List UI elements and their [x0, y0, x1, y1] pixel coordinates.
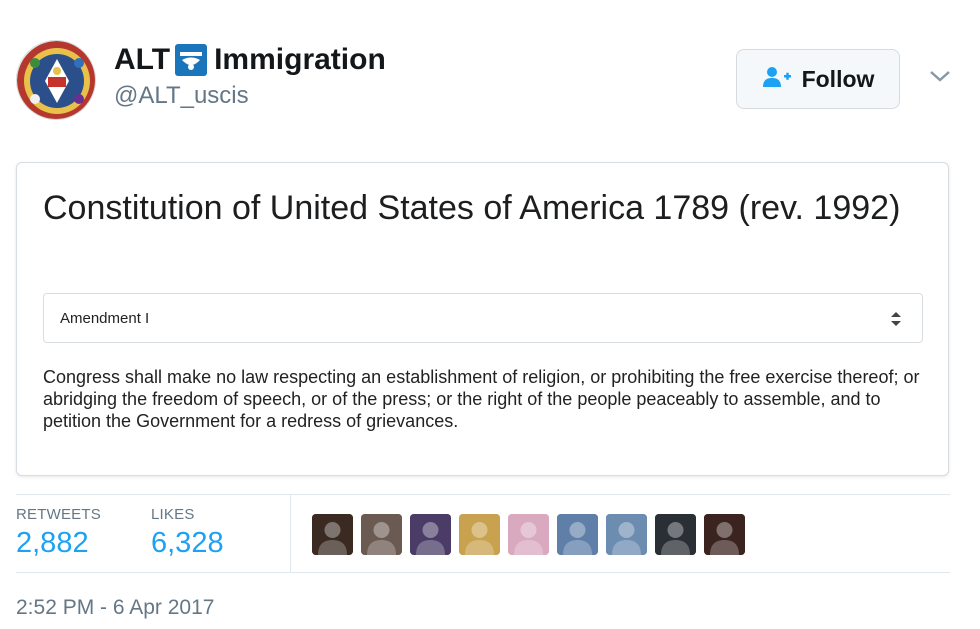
profile-name-part1: ALT	[114, 43, 171, 76]
liker-avatar[interactable]	[459, 514, 500, 555]
chevron-down-icon[interactable]	[928, 66, 952, 86]
divider	[290, 494, 291, 572]
retweets-stat[interactable]: RETWEETS 2,882	[16, 506, 101, 560]
seal-icon	[17, 41, 95, 119]
likers-list	[312, 514, 745, 555]
liker-avatar[interactable]	[361, 514, 402, 555]
amendment-select[interactable]: Amendment I	[43, 293, 923, 343]
retweets-count: 2,882	[16, 527, 89, 559]
card-body-text: Congress shall make no law respecting an…	[43, 367, 920, 431]
liker-avatar[interactable]	[606, 514, 647, 555]
likes-count: 6,328	[151, 527, 224, 559]
tweet-timestamp[interactable]: 2:52 PM - 6 Apr 2017	[16, 596, 214, 620]
liker-avatar[interactable]	[704, 514, 745, 555]
divider	[16, 494, 950, 495]
likes-stat[interactable]: LIKES 6,328	[151, 506, 224, 560]
retweets-label: RETWEETS	[16, 506, 101, 523]
liker-avatar[interactable]	[312, 514, 353, 555]
profile-handle[interactable]: @ALT_uscis	[114, 82, 249, 110]
follow-button-label: Follow	[801, 65, 875, 92]
uscis-logo-icon	[174, 43, 208, 77]
embedded-card: Constitution of United States of America…	[16, 162, 949, 476]
liker-avatar[interactable]	[508, 514, 549, 555]
profile-name-part2: Immigration	[214, 43, 386, 76]
select-arrows-icon	[890, 308, 902, 330]
follow-button[interactable]: Follow	[736, 49, 900, 109]
follow-person-icon	[762, 66, 792, 93]
liker-avatar[interactable]	[655, 514, 696, 555]
profile-avatar[interactable]	[16, 40, 96, 120]
liker-avatar[interactable]	[410, 514, 451, 555]
likes-label: LIKES	[151, 506, 195, 523]
profile-name[interactable]: ALT Immigration	[114, 40, 386, 80]
divider	[16, 572, 950, 573]
card-title: Constitution of United States of America…	[43, 189, 901, 227]
amendment-select-value: Amendment I	[60, 309, 150, 327]
liker-avatar[interactable]	[557, 514, 598, 555]
